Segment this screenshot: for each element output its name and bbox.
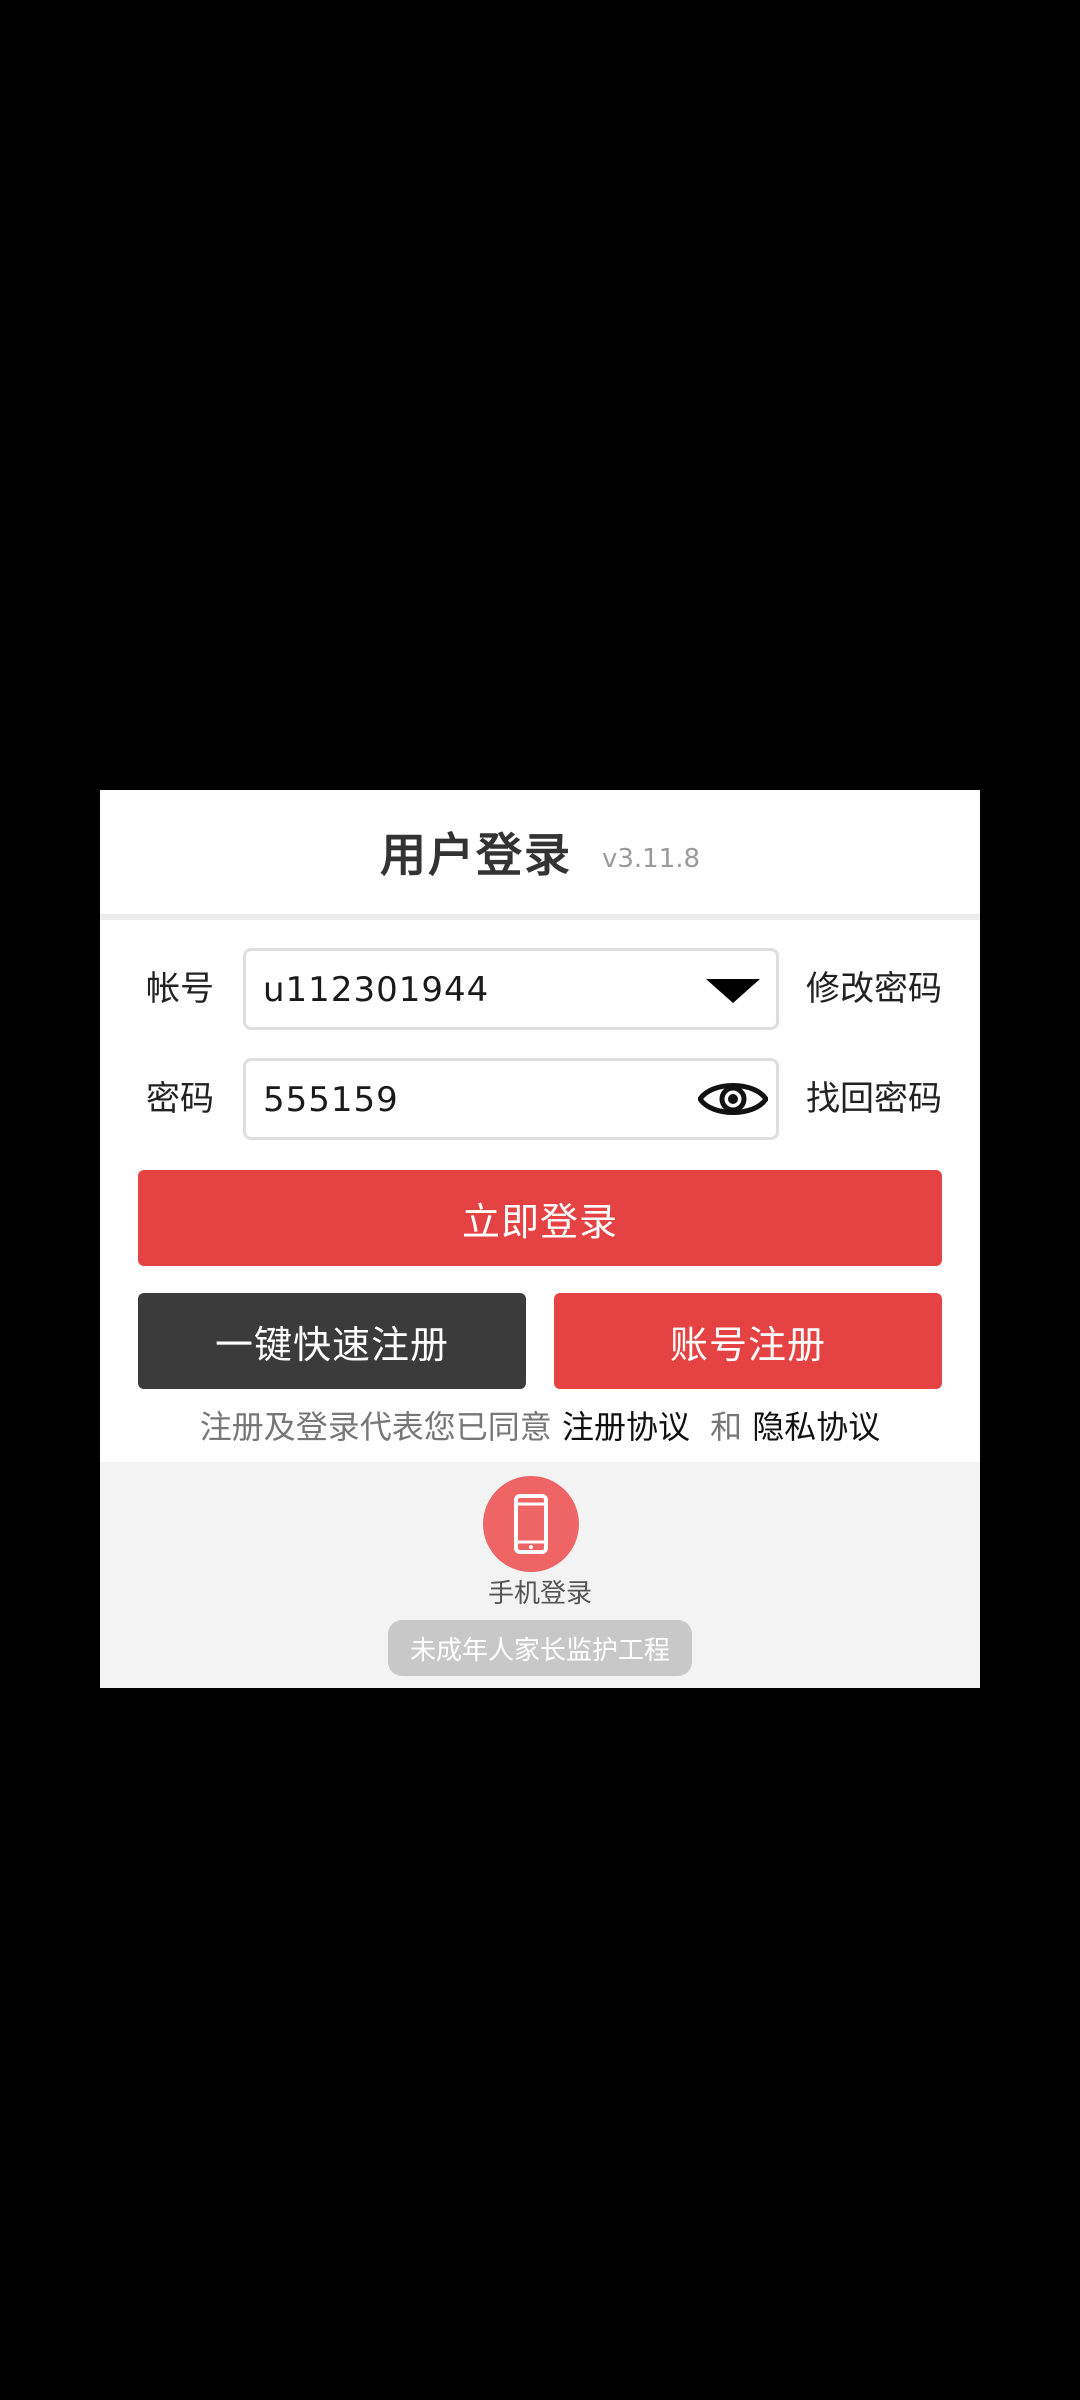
account-field[interactable]: u112301944 bbox=[243, 948, 779, 1030]
header-divider bbox=[100, 914, 980, 920]
eye-icon[interactable] bbox=[696, 1069, 770, 1129]
password-label: 密码 bbox=[146, 1079, 214, 1119]
account-register-button[interactable]: 账号注册 bbox=[554, 1293, 942, 1389]
account-row: 帐号 u112301944 修改密码 bbox=[100, 948, 980, 1030]
dialog-header: 用户登录 v3.11.8 bbox=[100, 790, 980, 914]
recover-password-link[interactable]: 找回密码 bbox=[806, 1058, 942, 1140]
phone-login-button[interactable] bbox=[483, 1476, 579, 1572]
dropdown-triangle-icon[interactable] bbox=[698, 959, 768, 1019]
agreement-and: 和 bbox=[710, 1408, 743, 1446]
terms-link[interactable]: 注册协议 bbox=[562, 1408, 690, 1446]
change-password-link[interactable]: 修改密码 bbox=[806, 948, 942, 1030]
agreement-notice: 注册及登录代表您已同意 注册协议 和隐私协议 bbox=[100, 1402, 980, 1452]
account-label: 帐号 bbox=[146, 969, 214, 1009]
quick-register-button[interactable]: 一键快速注册 bbox=[138, 1293, 526, 1389]
account-value[interactable]: u112301944 bbox=[263, 951, 489, 1027]
phone-login-label[interactable]: 手机登录 bbox=[100, 1576, 980, 1612]
password-value[interactable]: 555159 bbox=[263, 1061, 399, 1137]
privacy-link[interactable]: 隐私协议 bbox=[752, 1408, 880, 1446]
dialog-title: 用户登录 bbox=[379, 828, 572, 882]
footer-panel: 手机登录 未成年人家长监护工程 bbox=[100, 1462, 980, 1688]
parental-guardian-button[interactable]: 未成年人家长监护工程 bbox=[388, 1620, 692, 1676]
version-label: v3.11.8 bbox=[601, 844, 701, 874]
login-button[interactable]: 立即登录 bbox=[138, 1170, 942, 1266]
login-dialog: 用户登录 v3.11.8 帐号 u112301944 修改密码 密码 55515… bbox=[100, 790, 980, 1688]
smartphone-icon bbox=[514, 1494, 548, 1554]
password-field[interactable]: 555159 bbox=[243, 1058, 779, 1140]
password-row: 密码 555159 找回密码 bbox=[100, 1058, 980, 1140]
agreement-prefix: 注册及登录代表您已同意 bbox=[199, 1408, 552, 1446]
